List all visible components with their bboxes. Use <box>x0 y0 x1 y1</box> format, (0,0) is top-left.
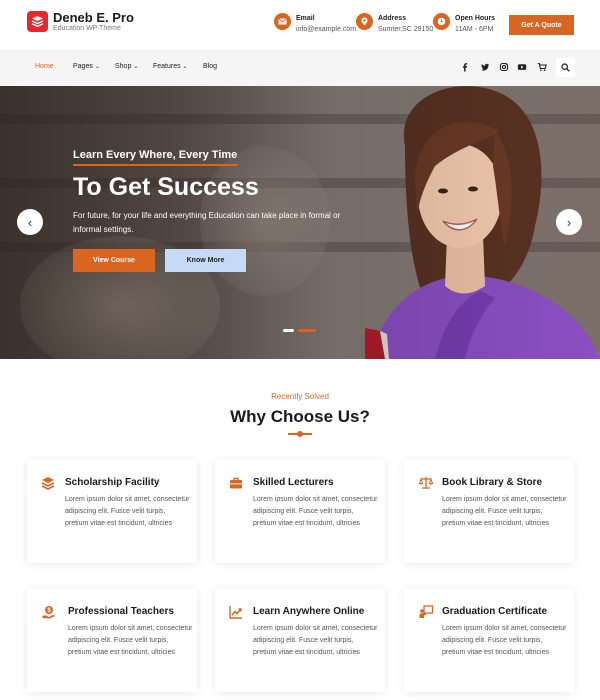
facebook-icon[interactable] <box>460 62 470 72</box>
slider-next-button[interactable]: › <box>556 209 582 235</box>
balance-scale-icon <box>418 477 434 489</box>
hours-value: 11AM - 6PM <box>455 26 494 33</box>
feature-card: Learn Anywhere Online Lorem ipsum dolor … <box>215 589 385 692</box>
nav-item-label: Shop <box>115 63 132 70</box>
nav-item-blog[interactable]: Blog <box>203 63 217 70</box>
feature-card: Graduation Certificate Lorem ipsum dolor… <box>404 589 574 692</box>
briefcase-icon <box>230 477 242 489</box>
nav-item-label: Features <box>153 63 181 70</box>
address-label: Address <box>378 15 407 22</box>
nav-item-pages[interactable]: Pages ⌄ <box>73 63 100 70</box>
brand-tagline: Education WP Theme <box>53 25 121 32</box>
feature-card-title: Professional Teachers <box>68 606 174 617</box>
feature-card-title: Book Library & Store <box>442 477 543 488</box>
feature-card: Book Library & Store Lorem ipsum dolor s… <box>404 460 574 563</box>
email-value[interactable]: info@example.com <box>296 26 356 33</box>
feature-card-text: Lorem ipsum dolor sit amet, consectetur … <box>253 625 378 656</box>
title-divider-dot <box>297 431 303 437</box>
feature-card-title: Skilled Lecturers <box>253 477 334 488</box>
brand-title[interactable]: Deneb E. Pro <box>53 10 134 25</box>
feature-card-title: Scholarship Facility <box>65 477 160 488</box>
nav-item-shop[interactable]: Shop ⌄ <box>115 63 138 70</box>
clock-icon <box>433 13 450 30</box>
feature-card-text: Lorem ipsum dolor sit amet, consectetur … <box>68 625 193 656</box>
feature-card: Skilled Lecturers Lorem ipsum dolor sit … <box>215 460 385 563</box>
slider-prev-button[interactable]: ‹ <box>17 209 43 235</box>
hero-title: To Get Success <box>73 173 259 201</box>
feature-card-text: Lorem ipsum dolor sit amet, consectetur … <box>253 496 378 527</box>
cart-icon[interactable] <box>537 62 547 72</box>
nav-item-label: Home <box>35 63 54 70</box>
logo-icon[interactable] <box>27 11 48 32</box>
hero-slider: Learn Every Where, Every Time To Get Suc… <box>0 86 600 359</box>
feature-card-text: Lorem ipsum dolor sit amet, consectetur … <box>442 496 567 527</box>
chevron-right-icon: › <box>566 214 572 230</box>
nav-item-label: Pages <box>73 63 93 70</box>
know-more-button[interactable]: Know More <box>165 249 246 272</box>
nav-item-home[interactable]: Home <box>35 63 54 70</box>
search-icon <box>561 63 570 72</box>
main-nav: Home Pages ⌄ Shop ⌄ Features ⌄ Blog <box>0 50 600 86</box>
hero-subtitle-underline <box>73 164 238 166</box>
feature-card-title: Graduation Certificate <box>442 606 548 617</box>
hero-subtitle: Learn Every Where, Every Time <box>73 149 238 161</box>
chevron-down-icon: ⌄ <box>94 64 100 70</box>
chart-line-icon <box>229 606 242 619</box>
feature-card-text: Lorem ipsum dolor sit amet, consectetur … <box>442 625 567 656</box>
email-label: Email <box>296 15 315 22</box>
chevron-left-icon: ‹ <box>27 214 33 230</box>
search-button[interactable] <box>556 58 575 77</box>
top-header: Deneb E. Pro Education WP Theme Email in… <box>0 0 600 50</box>
nav-item-features[interactable]: Features ⌄ <box>153 63 188 70</box>
money-hand-icon: $ <box>42 606 56 619</box>
slider-dot-active[interactable] <box>298 329 316 332</box>
hours-label: Open Hours <box>455 15 496 22</box>
slider-dot[interactable] <box>283 329 294 332</box>
youtube-icon[interactable] <box>517 62 527 72</box>
get-a-quote-button[interactable]: Get A Quote <box>509 15 574 35</box>
twitter-icon[interactable] <box>480 62 490 72</box>
hero-description: For future, for your life and everything… <box>73 211 341 234</box>
section-eyebrow: Recently Solved <box>271 392 329 401</box>
map-pin-icon <box>356 13 373 30</box>
chevron-down-icon: ⌄ <box>182 64 188 70</box>
instagram-icon[interactable] <box>499 62 509 72</box>
feature-card: Scholarship Facility Lorem ipsum dolor s… <box>27 460 197 563</box>
address-value: Sumter,SC 29150 <box>378 26 434 33</box>
feature-card-text: Lorem ipsum dolor sit amet, consectetur … <box>65 496 190 527</box>
envelope-icon <box>274 13 291 30</box>
teacher-board-icon <box>419 605 434 618</box>
chevron-down-icon: ⌄ <box>133 64 139 70</box>
feature-card: $ Professional Teachers Lorem ipsum dolo… <box>27 589 197 692</box>
layers-icon <box>41 477 55 490</box>
nav-item-label: Blog <box>203 63 218 70</box>
feature-card-title: Learn Anywhere Online <box>253 606 365 617</box>
view-course-button[interactable]: View Course <box>73 249 155 272</box>
section-title: Why Choose Us? <box>230 407 370 426</box>
